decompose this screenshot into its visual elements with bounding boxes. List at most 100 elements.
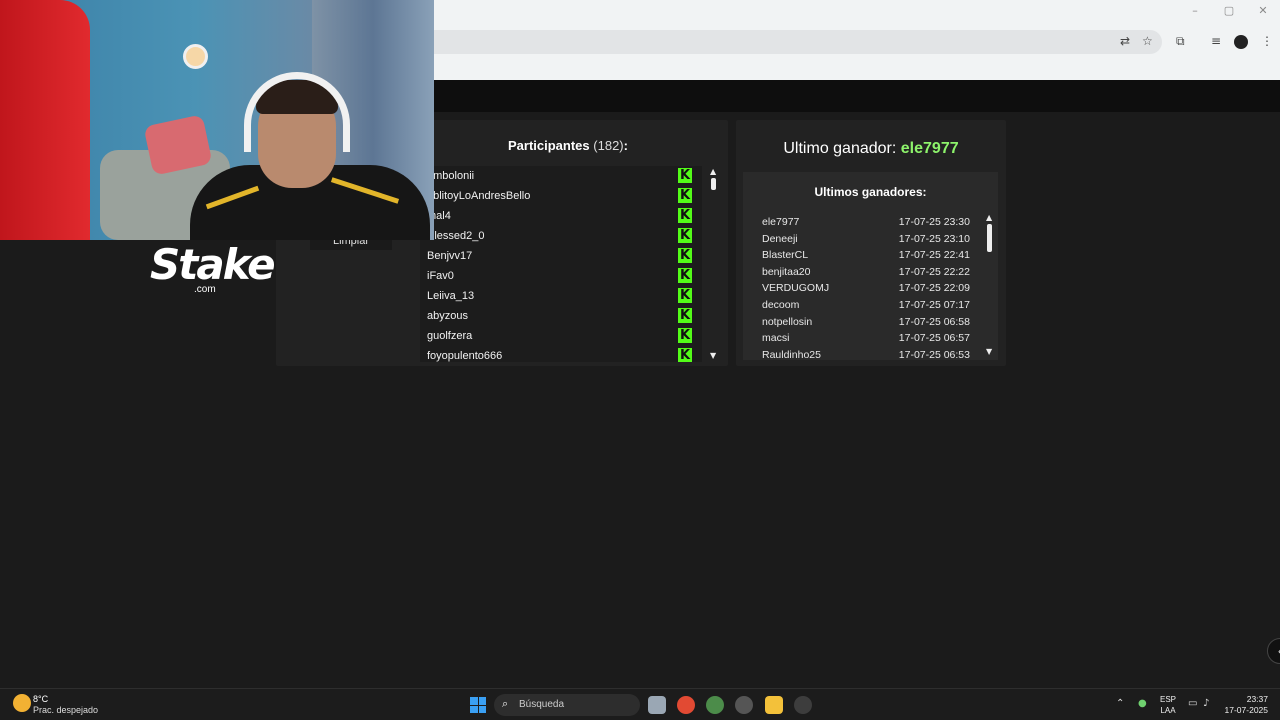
weather-icon[interactable]	[13, 694, 31, 712]
task-view-icon[interactable]	[648, 696, 666, 714]
list-item: iFav0 K	[420, 266, 702, 286]
network-icon[interactable]: ▭	[1188, 698, 1197, 709]
tray-overflow-icon[interactable]: ⌃	[1116, 698, 1124, 709]
winners-scrollbar[interactable]	[987, 224, 992, 252]
table-row: ele7977 17-07-25 23:30	[762, 216, 984, 232]
winner-name: macsi	[762, 332, 790, 344]
system-clock[interactable]: 23:37 17-07-2025	[1224, 694, 1268, 716]
winner-date: 17-07-25 06:53	[898, 349, 970, 360]
winners-list-box: Ultimos ganadores: ele7977 17-07-25 23:30…	[743, 172, 998, 360]
winner-name: notpellosin	[762, 316, 813, 328]
club-badge-graphic	[183, 44, 208, 69]
winner-date: 17-07-25 06:57	[898, 332, 970, 344]
list-item: foyopulento666 K	[420, 346, 702, 362]
close-button[interactable]: ✕	[1246, 4, 1280, 17]
list-item: abyzous K	[420, 306, 702, 326]
kick-icon: K	[678, 348, 692, 362]
weather-description[interactable]: Prac. despejado	[33, 705, 98, 715]
volume-icon[interactable]: ♪	[1203, 698, 1209, 709]
list-item: Blessed2_0 K	[420, 226, 702, 246]
kick-icon: K	[678, 288, 692, 303]
list-item: Leiiva_13 K	[420, 286, 702, 306]
profile-avatar[interactable]	[1234, 35, 1248, 49]
table-row: benjitaa20 17-07-25 22:22	[762, 266, 984, 282]
chrome-profile-icon[interactable]	[706, 696, 724, 714]
kick-icon: K	[678, 188, 692, 203]
winner-date: 17-07-25 23:10	[898, 233, 970, 245]
participant-name: Blessed2_0	[427, 230, 485, 242]
winner-date: 17-07-25 22:09	[898, 282, 970, 294]
participant-name: abyzous	[427, 310, 468, 322]
table-row: BlasterCL 17-07-25 22:41	[762, 249, 984, 265]
address-bar[interactable]	[434, 30, 1162, 54]
winner-name: VERDUGOMJ	[762, 282, 830, 294]
kick-icon: K	[678, 208, 692, 223]
winner-date: 17-07-25 22:41	[898, 249, 970, 261]
menu-kebab-icon[interactable]: ⋮	[1261, 34, 1273, 48]
table-row: Deneeji 17-07-25 23:10	[762, 233, 984, 249]
kick-icon: K	[678, 248, 692, 263]
stake-logo: Stake .com	[150, 240, 276, 296]
table-row: VERDUGOMJ 17-07-25 22:09	[762, 282, 984, 298]
participants-count: (182)	[593, 138, 624, 153]
bookmark-star-icon[interactable]: ☆	[1142, 34, 1153, 48]
participants-title: Participantes (182):	[508, 138, 628, 153]
participants-label: Participantes	[508, 138, 590, 153]
participant-name: Benjvv17	[427, 250, 473, 262]
maximize-button[interactable]: ▢	[1212, 4, 1246, 17]
keyboard-layout: LAA	[1160, 706, 1176, 715]
winner-date: 17-07-25 23:30	[898, 216, 970, 228]
translate-icon[interactable]: ⇄	[1120, 34, 1130, 48]
participant-name: iFav0	[427, 270, 454, 282]
winner-name: ele7977	[762, 216, 800, 228]
weather-temperature[interactable]: 8°C	[33, 694, 48, 704]
kick-icon: K	[678, 268, 692, 283]
winner-name: Rauldinho25	[762, 349, 821, 360]
winner-date: 17-07-25 06:58	[898, 316, 970, 328]
microphone-icon[interactable]: ●	[1138, 698, 1147, 709]
winner-name: BlasterCL	[762, 249, 809, 261]
table-row: macsi 17-07-25 06:57	[762, 332, 984, 348]
media-player-icon[interactable]	[794, 696, 812, 714]
kick-icon: K	[678, 308, 692, 323]
webcam-overlay	[0, 0, 434, 240]
list-item: embolonii K	[420, 166, 702, 186]
winners-scroll-down-icon[interactable]: ▼	[986, 347, 992, 356]
clock-date: 17-07-2025	[1224, 705, 1268, 715]
participant-name: foyopulento666	[427, 350, 503, 362]
participants-scrollbar[interactable]	[711, 178, 716, 190]
stake-domain: .com	[194, 284, 216, 295]
winner-date: 17-07-25 22:22	[898, 266, 970, 278]
list-item: Benjvv17 K	[420, 246, 702, 266]
minimize-button[interactable]: –	[1178, 4, 1212, 17]
file-explorer-icon[interactable]	[765, 696, 783, 714]
winner-name: decoom	[762, 299, 800, 311]
taskbar-search[interactable]: ⌕ Búsqueda	[494, 694, 640, 716]
window-controls: – ▢ ✕	[1178, 4, 1280, 17]
winners-list-title: Ultimos ganadores:	[814, 185, 927, 199]
scroll-down-icon[interactable]: ▼	[710, 351, 716, 360]
winners-scroll-up-icon[interactable]: ▲	[986, 213, 992, 222]
kick-icon: K	[678, 228, 692, 243]
last-winner-name: ele7977	[900, 140, 959, 157]
extensions-icon[interactable]: ⧉	[1176, 34, 1185, 49]
list-item: ablitoyLoAndresBello K	[420, 186, 702, 206]
collapse-chevron-icon[interactable]: ‹	[1267, 638, 1280, 664]
chrome-icon[interactable]	[677, 696, 695, 714]
last-winner-heading: Ultimo ganador: ele7977	[736, 140, 1006, 158]
list-item: guolfzera K	[420, 326, 702, 346]
language-indicator[interactable]: ESP LAA	[1160, 694, 1176, 716]
participants-colon: :	[623, 138, 628, 153]
windows-start-icon[interactable]	[470, 697, 486, 713]
winner-name: benjitaa20	[762, 266, 811, 278]
search-icon: ⌕	[502, 697, 509, 710]
winner-name: Deneeji	[762, 233, 798, 245]
media-control-icon[interactable]: ≡	[1211, 34, 1221, 48]
obs-icon[interactable]	[735, 696, 753, 714]
participant-name: embolonii	[427, 170, 475, 182]
stake-wordmark: Stake	[150, 240, 276, 289]
scroll-up-icon[interactable]: ▲	[710, 167, 716, 176]
kick-icon: K	[678, 328, 692, 343]
last-winner-label: Ultimo ganador:	[783, 140, 897, 157]
language-code: ESP	[1160, 695, 1177, 704]
